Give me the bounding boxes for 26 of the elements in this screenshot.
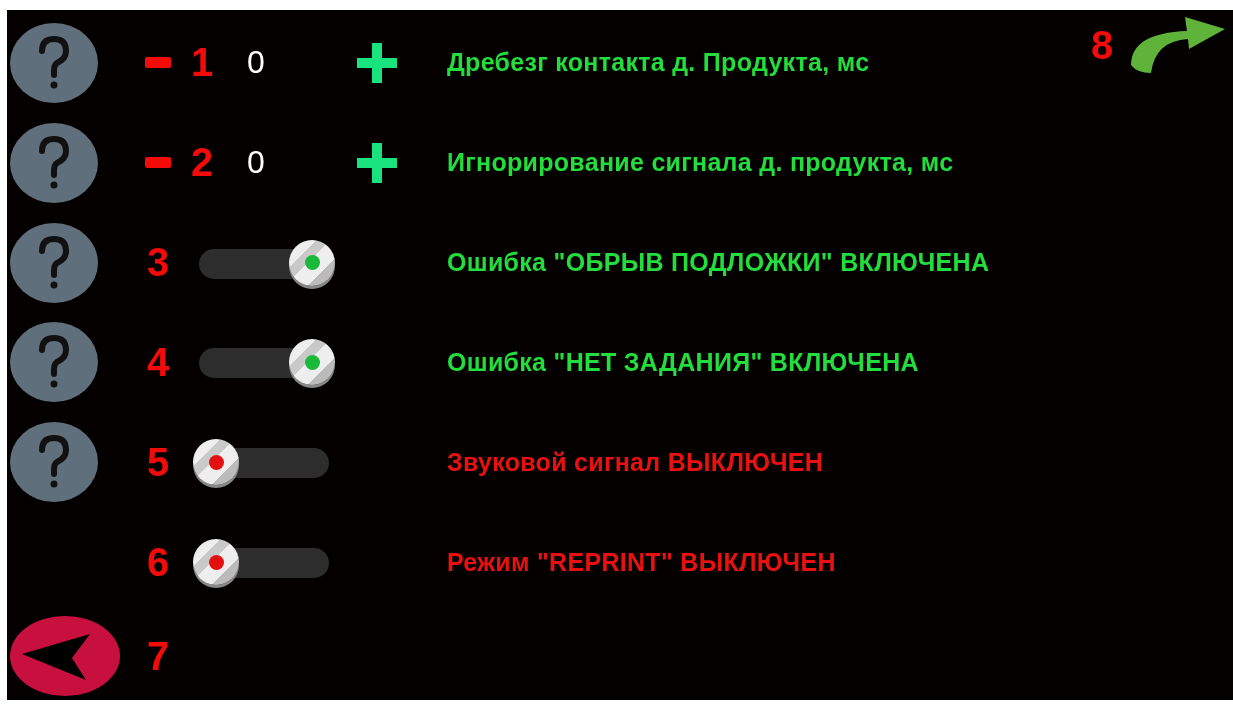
row-number: 3: [147, 240, 171, 286]
help-icon[interactable]: [10, 122, 98, 203]
help-icon[interactable]: [10, 322, 98, 403]
row-number: 8: [1091, 22, 1115, 68]
help-icon[interactable]: [10, 22, 98, 103]
row-number: 2: [191, 140, 215, 186]
setting-label: Дребезг контакта д. Продукта, мс: [447, 48, 870, 78]
setting-label: Звуковой сигнал ВЫКЛЮЧЕН: [447, 447, 824, 477]
row-number: 6: [147, 539, 171, 585]
back-button[interactable]: [10, 616, 120, 696]
help-icon[interactable]: [10, 422, 98, 503]
minus-button[interactable]: [145, 157, 171, 169]
minus-button[interactable]: [145, 57, 171, 69]
row-number: 4: [147, 339, 171, 385]
row-number: 1: [191, 40, 215, 86]
setting-label: Игнорирование сигнала д. продукта, мс: [447, 148, 954, 178]
plus-button[interactable]: [357, 42, 397, 83]
row-number: 5: [147, 439, 171, 485]
help-icon[interactable]: [10, 222, 98, 303]
value-text: 0: [247, 44, 266, 82]
setting-label: Ошибка "ОБРЫВ ПОДЛОЖКИ" ВКЛЮЧЕНА: [447, 248, 990, 278]
value-text: 0: [247, 144, 266, 182]
setting-label: Ошибка "НЕТ ЗАДАНИЯ" ВКЛЮЧЕНА: [447, 347, 919, 377]
setting-label: Режим "REPRINT" ВЫКЛЮЧЕН: [447, 547, 836, 577]
row-number: 7: [147, 633, 171, 679]
plus-button[interactable]: [357, 142, 397, 183]
